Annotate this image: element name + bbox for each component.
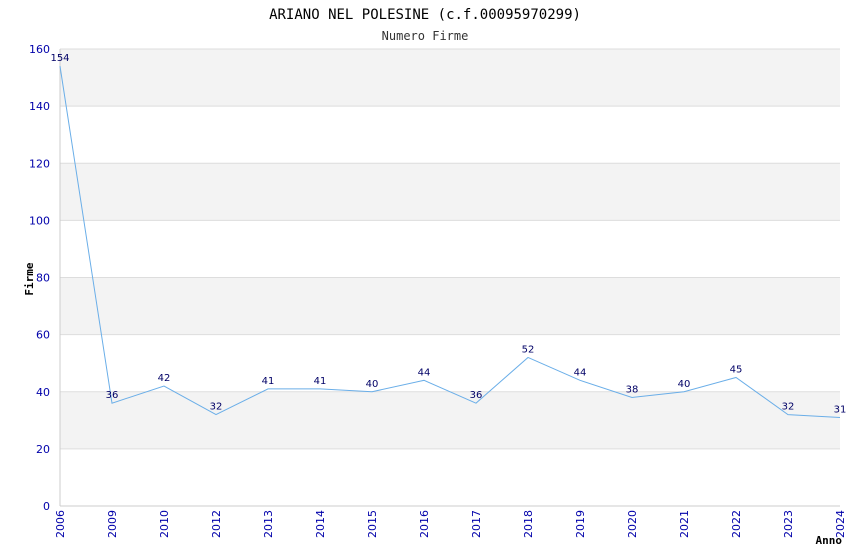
x-tick-label: 2012 (210, 510, 223, 538)
data-label: 41 (262, 376, 275, 387)
data-label: 32 (782, 402, 795, 413)
chart-title: ARIANO NEL POLESINE (c.f.00095970299) (269, 7, 581, 23)
background-band (60, 163, 840, 221)
x-tick-label: 2024 (834, 510, 847, 538)
data-label: 45 (730, 364, 743, 375)
x-tick-label: 2019 (574, 510, 587, 538)
y-tick-label: 40 (36, 386, 50, 399)
data-label: 52 (522, 344, 535, 355)
data-label: 154 (50, 53, 69, 64)
x-tick-label: 2006 (54, 510, 67, 538)
y-tick-label: 140 (29, 100, 50, 113)
data-label: 36 (106, 390, 119, 401)
y-tick-label: 100 (29, 214, 50, 227)
background-band (60, 277, 840, 335)
y-tick-label: 60 (36, 329, 50, 342)
line-chart: ARIANO NEL POLESINE (c.f.00095970299) Nu… (23, 7, 847, 547)
x-tick-label: 2017 (470, 510, 483, 538)
x-tick-label: 2023 (782, 510, 795, 538)
data-label: 40 (366, 379, 379, 390)
x-tick-label: 2013 (262, 510, 275, 538)
data-label: 32 (210, 402, 223, 413)
y-tick-label: 160 (29, 43, 50, 56)
y-tick-label: 20 (36, 443, 50, 456)
x-tick-label: 2022 (730, 510, 743, 538)
data-label: 38 (626, 384, 639, 395)
x-tick-label: 2020 (626, 510, 639, 538)
series-line (59, 66, 841, 418)
x-tick-label: 2014 (314, 510, 327, 538)
background-band (60, 391, 840, 449)
data-labels: 154 36 42 32 41 41 40 44 36 52 44 38 40 45 32 31 (50, 53, 846, 415)
series-line-path (59, 66, 841, 418)
chart-subtitle: Numero Firme (382, 29, 469, 43)
y-tick-label: 0 (43, 500, 50, 513)
x-tick-labels: 2006 2009 2010 2012 2013 2014 2015 2016 2017 2018… (54, 510, 847, 538)
background-bands (60, 49, 840, 449)
x-tick-label: 2010 (158, 510, 171, 538)
x-tick-label: 2015 (366, 510, 379, 538)
data-label: 44 (418, 367, 431, 378)
y-tick-label: 120 (29, 157, 50, 170)
data-label: 42 (158, 373, 171, 384)
data-label: 41 (314, 376, 327, 387)
background-band (60, 49, 840, 107)
data-label: 44 (574, 367, 587, 378)
y-axis-label: Firme (23, 262, 36, 295)
data-label: 31 (834, 404, 847, 415)
x-tick-label: 2016 (418, 510, 431, 538)
x-tick-label: 2018 (522, 510, 535, 538)
data-label: 40 (678, 379, 691, 390)
x-tick-label: 2021 (678, 510, 691, 538)
data-label: 36 (470, 390, 483, 401)
x-tick-label: 2009 (106, 510, 119, 538)
y-tick-label: 80 (36, 272, 50, 285)
